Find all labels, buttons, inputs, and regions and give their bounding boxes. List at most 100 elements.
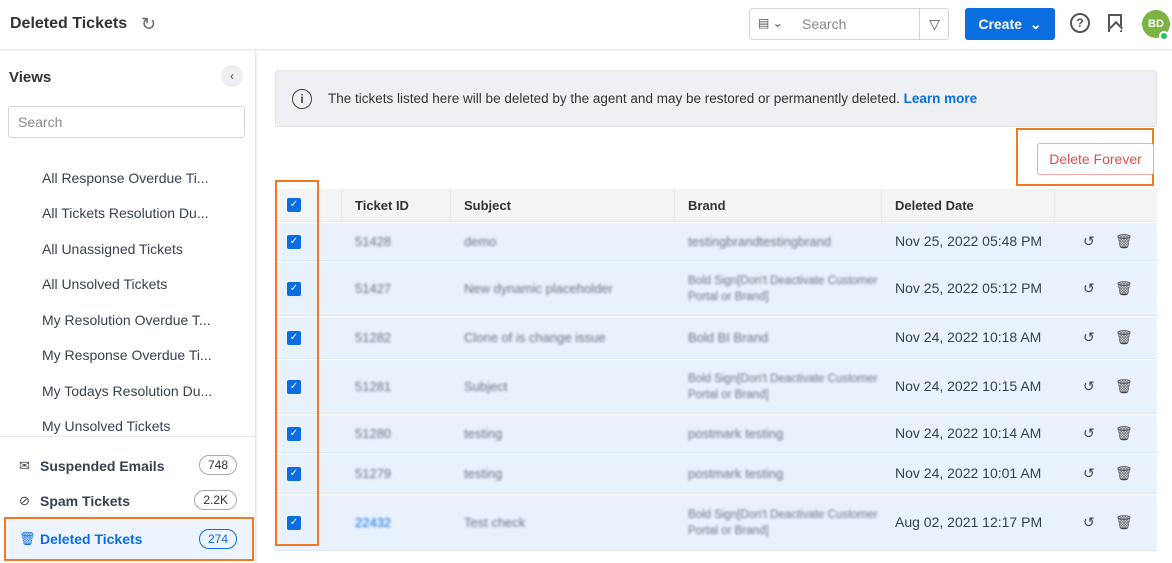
search-type-dropdown[interactable]: ▤ ⌄ xyxy=(758,16,783,30)
learn-more-link[interactable]: Learn more xyxy=(904,91,978,106)
search-input[interactable]: Search xyxy=(802,16,846,32)
ticket-id[interactable]: 51427 xyxy=(355,281,391,296)
table-row[interactable]: ✓ 51282 Clone of is change issue Bold BI… xyxy=(275,317,1157,359)
restore-icon[interactable]: ↺ xyxy=(1083,465,1095,482)
sidebar-item-suspended-emails[interactable]: ✉ Suspended Emails 748 xyxy=(0,449,256,483)
ticket-brand: postmark testing xyxy=(688,426,784,441)
trash-icon[interactable]: 🗑︎ xyxy=(1115,378,1133,395)
ticket-subject: Test check xyxy=(464,515,526,530)
column-header-brand[interactable]: Brand xyxy=(688,198,726,213)
views-search-input[interactable]: Search xyxy=(8,106,245,138)
banner-message: The tickets listed here will be deleted … xyxy=(328,91,900,106)
ticket-subject: New dynamic placeholder xyxy=(464,281,613,296)
count-badge: 2.2K xyxy=(194,490,237,510)
table-row[interactable]: ✓ 51281 Subject Bold Sign[Don't Deactiva… xyxy=(275,360,1157,414)
ticket-id[interactable]: 51282 xyxy=(355,330,391,345)
help-icon[interactable]: ? xyxy=(1070,13,1090,33)
folder-label: Spam Tickets xyxy=(40,493,131,509)
restore-icon[interactable]: ↺ xyxy=(1083,378,1095,395)
sidebar-item-view[interactable]: All Unassigned Tickets xyxy=(42,241,183,257)
online-status-icon xyxy=(1159,31,1169,41)
restore-icon[interactable]: ↺ xyxy=(1083,329,1095,346)
trash-icon[interactable]: 🗑︎ xyxy=(1115,465,1133,482)
mail-icon: ✉ xyxy=(19,458,30,473)
ticket-id[interactable]: 51281 xyxy=(355,379,391,394)
ticket-brand: postmark testing xyxy=(688,466,784,481)
collapse-sidebar-icon[interactable]: ‹ xyxy=(221,65,243,87)
trash-icon[interactable]: 🗑︎ xyxy=(1115,425,1133,442)
restore-icon[interactable]: ↺ xyxy=(1083,425,1095,442)
trash-icon: 🗑︎ xyxy=(19,531,36,546)
deleted-date: Nov 24, 2022 10:18 AM xyxy=(895,329,1042,345)
column-divider xyxy=(1054,189,1055,222)
restore-icon[interactable]: ↺ xyxy=(1083,514,1095,531)
create-label: Create xyxy=(978,16,1022,32)
info-icon: i xyxy=(292,89,312,109)
column-divider xyxy=(881,189,882,222)
table-row[interactable]: ✓ 51279 testing postmark testing Nov 24,… xyxy=(275,454,1157,494)
trash-icon[interactable]: 🗑︎ xyxy=(1115,329,1133,346)
sidebar-item-spam-tickets[interactable]: ⊘ Spam Tickets 2.2K xyxy=(0,484,256,518)
delete-forever-button[interactable]: Delete Forever xyxy=(1037,143,1154,175)
table-header: ✓ Ticket ID Subject Brand Deleted Date xyxy=(275,189,1157,222)
trash-icon[interactable]: 🗑︎ xyxy=(1115,280,1133,297)
main-content: i The tickets listed here will be delete… xyxy=(257,51,1172,563)
sidebar-item-view[interactable]: My Todays Resolution Du... xyxy=(42,383,212,399)
column-divider xyxy=(674,189,675,222)
table-row[interactable]: ✓ 51428 demo testingbrandtestingbrand No… xyxy=(275,223,1157,261)
ticket-brand: Bold BI Brand xyxy=(688,330,769,345)
sidebar-item-deleted-tickets[interactable]: 🗑︎ Deleted Tickets 274 xyxy=(4,517,254,561)
column-divider xyxy=(341,189,342,222)
sidebar-item-view[interactable]: My Resolution Overdue T... xyxy=(42,312,211,328)
column-header-ticket-id[interactable]: Ticket ID xyxy=(355,198,409,213)
refresh-icon[interactable]: ↻ xyxy=(141,14,156,35)
sidebar-item-view[interactable]: All Response Overdue Ti... xyxy=(42,170,209,186)
chevron-down-icon: ⌄ xyxy=(1029,15,1042,32)
ban-icon: ⊘ xyxy=(19,493,30,508)
sidebar-item-view[interactable]: All Tickets Resolution Du... xyxy=(42,205,209,221)
ticket-subject: testing xyxy=(464,426,503,441)
folder-label: Deleted Tickets xyxy=(40,531,143,547)
top-bar: Deleted Tickets ↻ ▤ ⌄ Search ▽ Create ⌄ … xyxy=(0,0,1172,50)
table-row[interactable]: ✓ 51427 New dynamic placeholder Bold Sig… xyxy=(275,262,1157,316)
ticket-subject: Clone of is change issue xyxy=(464,330,606,345)
column-header-subject[interactable]: Subject xyxy=(464,198,511,213)
ticket-id[interactable]: 51428 xyxy=(355,234,391,249)
deleted-date: Aug 02, 2021 12:17 PM xyxy=(895,514,1043,530)
ticket-id[interactable]: 51280 xyxy=(355,426,391,441)
views-title: Views xyxy=(9,69,52,86)
sidebar-item-view[interactable]: All Unsolved Tickets xyxy=(42,276,167,292)
folder-list: ✉ Suspended Emails 748 ⊘ Spam Tickets 2.… xyxy=(0,436,256,563)
filter-icon[interactable]: ▽ xyxy=(919,8,949,40)
info-banner: i The tickets listed here will be delete… xyxy=(275,70,1157,127)
sidebar-item-view[interactable]: My Unsolved Tickets xyxy=(42,418,170,434)
column-header-deleted-date[interactable]: Deleted Date xyxy=(895,198,974,213)
table-row[interactable]: ✓ 51280 testing postmark testing Nov 24,… xyxy=(275,415,1157,453)
restore-icon[interactable]: ↺ xyxy=(1083,280,1095,297)
ticket-id[interactable]: 51279 xyxy=(355,466,391,481)
ticket-brand: Bold Sign[Don't Deactivate Customer Port… xyxy=(688,509,878,537)
trash-icon[interactable]: 🗑︎ xyxy=(1115,514,1133,531)
deleted-date: Nov 25, 2022 05:48 PM xyxy=(895,233,1043,249)
restore-icon[interactable]: ↺ xyxy=(1083,233,1095,250)
sidebar: Views ‹ Search All Response Overdue Ti..… xyxy=(0,51,256,563)
ticket-id[interactable]: 22432 xyxy=(355,515,391,530)
create-button[interactable]: Create ⌄ xyxy=(965,8,1055,40)
column-divider xyxy=(450,189,451,222)
bookmark-icon[interactable] xyxy=(1108,14,1122,32)
ticket-subject: testing xyxy=(464,466,503,481)
sidebar-item-view[interactable]: My Response Overdue Ti... xyxy=(42,347,212,363)
ticket-subject: demo xyxy=(464,234,497,249)
trash-icon[interactable]: 🗑︎ xyxy=(1115,233,1133,250)
ticket-brand: Bold Sign[Don't Deactivate Customer Port… xyxy=(688,275,878,303)
ticket-subject: Subject xyxy=(464,379,508,394)
ticket-brand: Bold Sign[Don't Deactivate Customer Port… xyxy=(688,373,878,401)
page-title: Deleted Tickets xyxy=(10,15,128,32)
deleted-date: Nov 24, 2022 10:14 AM xyxy=(895,425,1042,441)
table-row[interactable]: ✓ 22432 Test check Bold Sign[Don't Deact… xyxy=(275,495,1157,551)
count-badge: 748 xyxy=(198,455,237,475)
folder-label: Suspended Emails xyxy=(40,458,165,474)
banner-text: The tickets listed here will be deleted … xyxy=(328,91,977,106)
ticket-brand: testingbrandtestingbrand xyxy=(688,234,832,249)
count-badge: 274 xyxy=(198,529,237,549)
